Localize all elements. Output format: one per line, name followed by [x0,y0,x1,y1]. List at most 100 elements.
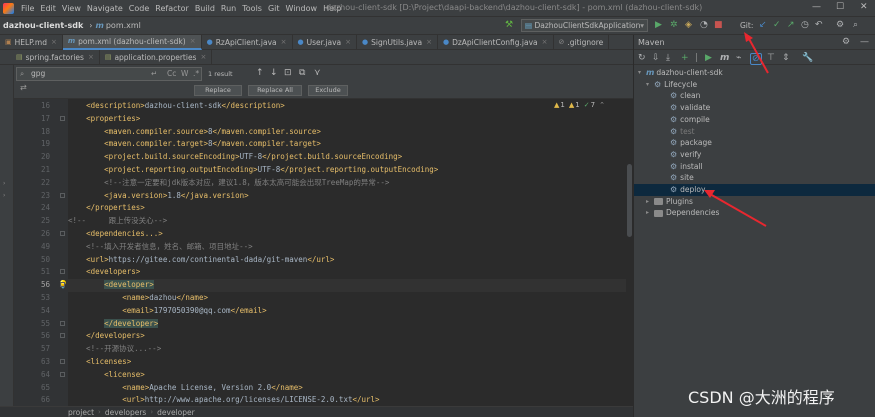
replace-all-button[interactable]: Replace All [248,85,302,96]
code-line[interactable]: <java.version>1.8</java.version> [68,190,249,203]
editor-scrollbar[interactable] [626,99,633,406]
breadcrumb-project[interactable]: project [64,408,98,417]
settings-icon[interactable]: ⚙ [836,20,844,31]
fold-marker-icon[interactable] [60,269,65,275]
chevron-up-icon[interactable]: ⌃ [599,101,605,109]
run-icon[interactable]: ▶ [655,20,662,31]
search-input[interactable]: ⌕ gpg ↵ Cc W .* [16,67,202,81]
tab-pom-xml[interactable]: m pom.xml (dazhou-client-sdk) × [62,34,202,50]
coverage-icon[interactable]: ◈ [685,20,692,31]
git-rollback-icon[interactable]: ↶ [815,20,823,31]
code-line[interactable]: <project.build.sourceEncoding>UTF-8</pro… [68,151,402,164]
tab-application-properties[interactable]: ▤ application.properties × [100,49,213,65]
git-push-icon[interactable]: ↗ [787,20,795,31]
regex-newline-icon[interactable]: ↵ [151,68,157,80]
code-line[interactable]: <project.reporting.outputEncoding>UTF-8<… [68,164,438,177]
maven-project-node[interactable]: ▾ m dazhou-client-sdk [638,67,723,79]
code-line[interactable]: <!-- 跟上传没关心--> [68,215,167,228]
dependencies-node[interactable]: ▸ Dependencies [646,207,719,219]
tab-gitignore[interactable]: ⊘ .gitignore [554,34,610,50]
menu-navigate[interactable]: Navigate [84,4,126,13]
fold-marker-icon[interactable] [60,333,65,339]
git-history-icon[interactable]: ◷ [801,20,809,31]
fold-marker-icon[interactable] [60,282,65,288]
nav-file[interactable]: pom.xml [106,21,144,30]
menu-window[interactable]: Window [283,4,321,13]
tab-signutils[interactable]: ● SignUtils.java × [357,34,438,50]
hammer-build-icon[interactable]: ⚒ [505,20,513,31]
menu-tools[interactable]: Tools [239,4,265,13]
breadcrumb-developers[interactable]: developers [101,408,150,417]
code-line[interactable]: <developers> [68,266,140,279]
tab-dzapiclientconfig[interactable]: ● DzApiClientConfig.java × [438,34,554,50]
fold-marker-icon[interactable] [60,115,65,121]
menu-build[interactable]: Build [192,4,218,13]
show-filter-icon[interactable]: ⧉ [299,68,305,78]
previous-occurrence-icon[interactable]: ↑ [256,68,264,78]
close-tab-icon[interactable]: × [426,38,432,46]
inspection-widget[interactable]: ▲ 1 ▲ 1 ✓ 7 ⌃ [554,101,605,109]
tab-rzapiclient[interactable]: ● RzApiClient.java × [202,34,293,50]
tab-help-md[interactable]: ▣ HELP.md × [0,34,63,50]
run-maven-build-icon[interactable]: ▶ [705,53,712,63]
plugins-node[interactable]: ▸ Plugins [646,196,693,208]
code-line[interactable]: <maven.compiler.source>8</maven.compiler… [68,126,321,139]
scrollbar-thumb[interactable] [627,164,632,237]
stop-icon[interactable]: ■ [714,20,723,31]
close-tab-icon[interactable]: × [345,38,351,46]
select-all-occurrences-icon[interactable]: ⊡ [284,68,292,78]
fold-marker-icon[interactable] [60,231,65,236]
code-line[interactable]: <email>1797050390@qq.com</email> [68,305,267,318]
code-line[interactable]: <maven.compiler.target>8</maven.compiler… [68,138,321,151]
lifecycle-goal-verify[interactable]: ⚙ verify [634,149,701,161]
close-tab-icon[interactable]: × [542,38,548,46]
toggle-offline-icon[interactable]: ⌁ [736,53,741,63]
close-tab-icon[interactable]: × [88,53,94,61]
code-line[interactable]: <!--填入开发者信息，姓名、邮箱、项目地址--> [68,241,253,254]
lifecycle-goal-test[interactable]: ⚙ test [634,126,695,138]
menu-git[interactable]: Git [265,4,283,13]
execute-maven-goal-icon[interactable]: m [720,53,729,63]
tab-spring-factories[interactable]: ▤ spring.factories × [0,49,100,65]
lifecycle-goal-validate[interactable]: ⚙ validate [634,102,710,114]
code-line[interactable]: <developer> [68,279,626,292]
fold-marker-icon[interactable] [60,359,65,364]
tab-user[interactable]: ● User.java × [293,34,357,50]
close-tab-icon[interactable]: × [51,38,57,46]
expand-arrow-icon[interactable]: › [3,192,5,199]
code-line[interactable]: <url>https://gitee.com/continental-dada/… [68,254,334,267]
generate-sources-icon[interactable]: ⇩ [652,53,660,63]
gear-icon[interactable]: ⚙ [842,37,850,47]
exclude-button[interactable]: Exclude [308,85,348,96]
replace-button[interactable]: Replace [194,85,242,96]
code-line[interactable]: <license> [68,369,145,382]
match-case-icon[interactable]: Cc [167,68,176,80]
debug-icon[interactable]: ✲ [670,20,678,31]
code-line[interactable]: <name>dazhou</name> [68,292,208,305]
maximize-icon[interactable]: ☐ [836,2,844,12]
code-line[interactable]: <!--注意一定要和jdk版本对应，建议1.8，版本太高可能会出现TreeMap… [68,177,389,190]
code-line[interactable]: <url>http://www.apache.org/licenses/LICE… [68,394,379,406]
skip-tests-icon[interactable]: ⊘ [750,53,762,65]
code-line[interactable]: <licenses> [68,356,131,369]
lifecycle-goal-site[interactable]: ⚙ site [634,172,694,184]
lifecycle-goal-clean[interactable]: ⚙ clean [634,90,700,102]
code-line[interactable]: <dependencies...> [68,228,163,241]
collapse-all-icon[interactable]: ⇕ [782,53,790,63]
next-occurrence-icon[interactable]: ↓ [270,68,278,78]
lifecycle-goal-package[interactable]: ⚙ package [634,137,712,149]
close-tab-icon[interactable]: × [190,37,196,45]
lifecycle-node[interactable]: ▾ ⚙ Lifecycle [646,79,697,91]
minimize-icon[interactable]: — [812,2,821,12]
lifecycle-goal-install[interactable]: ⚙ install [634,161,703,173]
code-line[interactable]: <!--开源协议...--> [68,343,161,356]
wrench-settings-icon[interactable]: 🔧 [802,53,813,63]
code-line[interactable]: <properties> [68,113,140,126]
code-line[interactable]: </developer> [68,318,159,331]
menu-run[interactable]: Run [218,4,239,13]
run-configuration-select[interactable]: ▤ DazhouClientSdkApplication ▾ [521,19,648,32]
code-line[interactable]: <name>Apache License, Version 2.0</name> [68,382,303,395]
code-line[interactable]: </developers> [68,330,145,343]
fold-marker-icon[interactable] [60,192,65,198]
lifecycle-goal-compile[interactable]: ⚙ compile [634,114,710,126]
